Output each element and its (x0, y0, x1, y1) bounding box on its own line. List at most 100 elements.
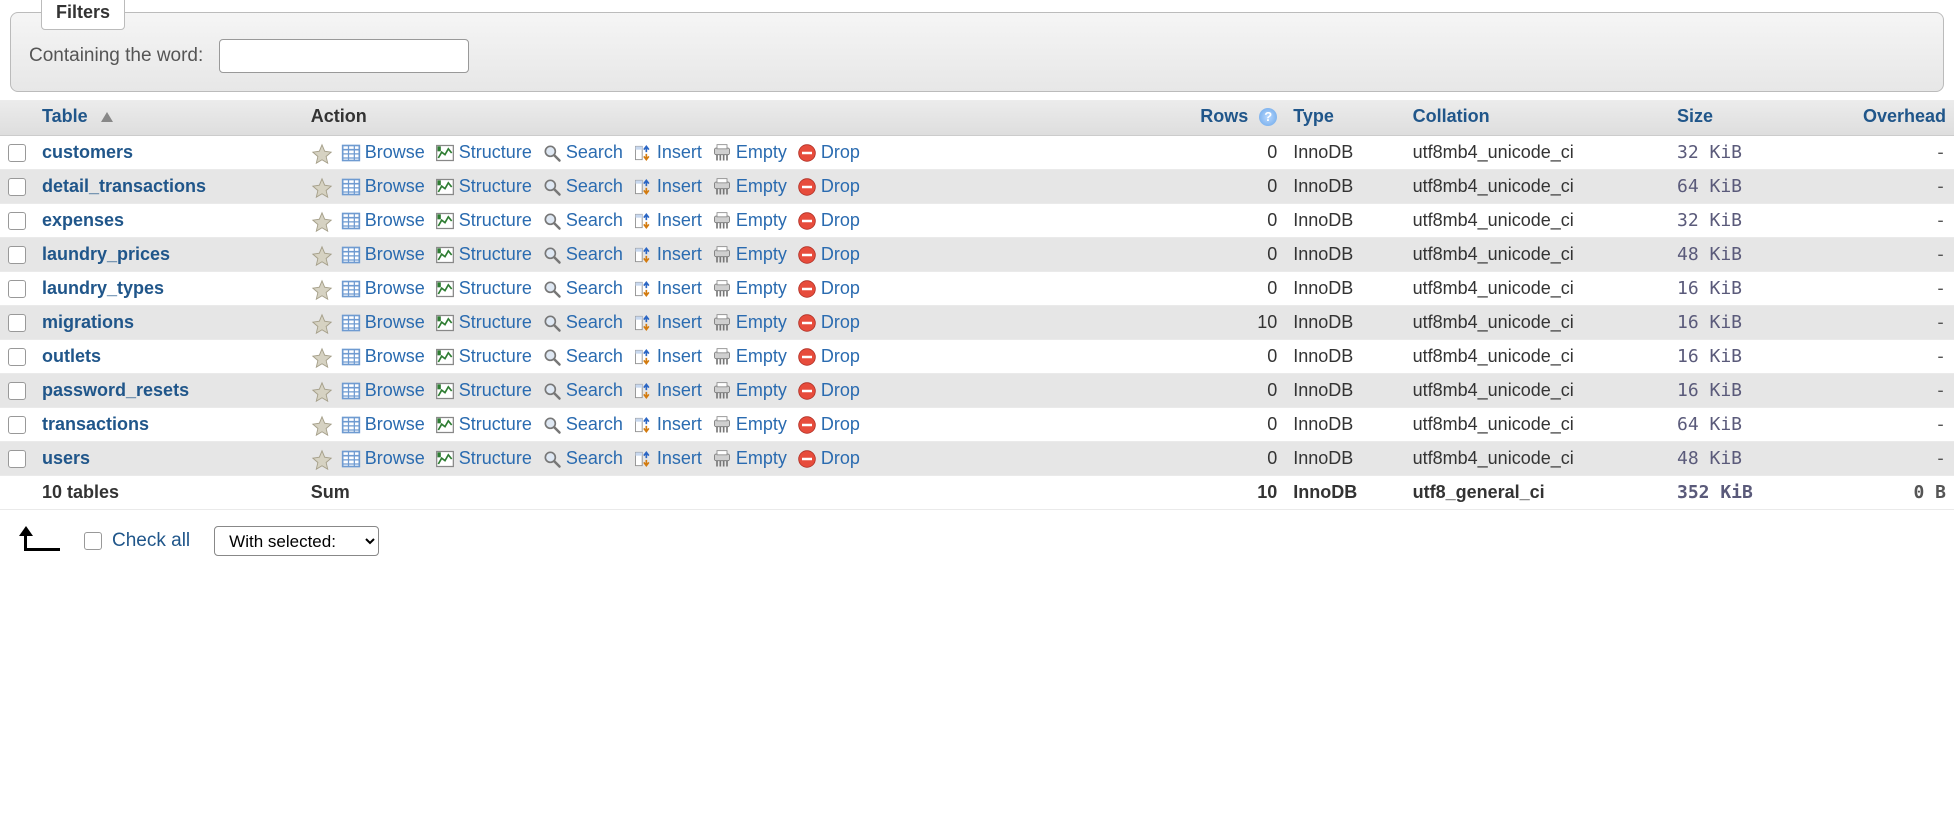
col-type[interactable]: Type (1285, 100, 1404, 136)
table-name-link[interactable]: expenses (42, 210, 124, 230)
insert-action[interactable]: Insert (633, 346, 702, 367)
drop-action[interactable]: Drop (797, 414, 860, 435)
browse-action[interactable]: Browse (341, 414, 425, 435)
search-action[interactable]: Search (542, 142, 623, 163)
col-size[interactable]: Size (1669, 100, 1806, 136)
row-checkbox[interactable] (8, 280, 26, 298)
structure-action[interactable]: Structure (435, 312, 532, 333)
empty-action[interactable]: Empty (712, 380, 787, 401)
empty-action[interactable]: Empty (712, 312, 787, 333)
browse-action[interactable]: Browse (341, 142, 425, 163)
row-checkbox[interactable] (8, 450, 26, 468)
search-action[interactable]: Search (542, 346, 623, 367)
browse-action[interactable]: Browse (341, 244, 425, 265)
browse-action[interactable]: Browse (341, 176, 425, 197)
structure-action[interactable]: Structure (435, 346, 532, 367)
structure-action[interactable]: Structure (435, 176, 532, 197)
favorite-star-icon[interactable] (311, 177, 331, 197)
favorite-star-icon[interactable] (311, 279, 331, 299)
check-all-checkbox[interactable] (84, 532, 102, 550)
row-checkbox[interactable] (8, 314, 26, 332)
drop-action[interactable]: Drop (797, 380, 860, 401)
browse-action[interactable]: Browse (341, 448, 425, 469)
browse-action[interactable]: Browse (341, 312, 425, 333)
structure-action[interactable]: Structure (435, 278, 532, 299)
insert-action[interactable]: Insert (633, 312, 702, 333)
drop-action[interactable]: Drop (797, 278, 860, 299)
col-collation[interactable]: Collation (1405, 100, 1669, 136)
drop-action[interactable]: Drop (797, 210, 860, 231)
drop-action[interactable]: Drop (797, 244, 860, 265)
search-action[interactable]: Search (542, 448, 623, 469)
table-name-link[interactable]: laundry_prices (42, 244, 170, 264)
row-checkbox[interactable] (8, 382, 26, 400)
table-name-link[interactable]: users (42, 448, 90, 468)
empty-action[interactable]: Empty (712, 210, 787, 231)
table-name-link[interactable]: transactions (42, 414, 149, 434)
browse-action[interactable]: Browse (341, 346, 425, 367)
col-table[interactable]: Table (34, 100, 303, 136)
insert-action[interactable]: Insert (633, 176, 702, 197)
table-name-link[interactable]: customers (42, 142, 133, 162)
drop-action[interactable]: Drop (797, 448, 860, 469)
empty-action[interactable]: Empty (712, 244, 787, 265)
search-action[interactable]: Search (542, 244, 623, 265)
table-name-link[interactable]: detail_transactions (42, 176, 206, 196)
favorite-star-icon[interactable] (311, 347, 331, 367)
row-checkbox[interactable] (8, 144, 26, 162)
structure-action[interactable]: Structure (435, 142, 532, 163)
row-checkbox[interactable] (8, 178, 26, 196)
insert-action[interactable]: Insert (633, 380, 702, 401)
table-name-link[interactable]: laundry_types (42, 278, 164, 298)
structure-action[interactable]: Structure (435, 380, 532, 401)
browse-action[interactable]: Browse (341, 380, 425, 401)
table-name-link[interactable]: password_resets (42, 380, 189, 400)
insert-action[interactable]: Insert (633, 210, 702, 231)
search-action[interactable]: Search (542, 210, 623, 231)
insert-action[interactable]: Insert (633, 448, 702, 469)
structure-action[interactable]: Structure (435, 210, 532, 231)
with-selected-dropdown[interactable]: With selected: (214, 526, 379, 556)
table-name-link[interactable]: outlets (42, 346, 101, 366)
favorite-star-icon[interactable] (311, 415, 331, 435)
favorite-star-icon[interactable] (311, 449, 331, 469)
favorite-star-icon[interactable] (311, 245, 331, 265)
empty-action[interactable]: Empty (712, 278, 787, 299)
filter-word-input[interactable] (219, 39, 469, 73)
row-checkbox[interactable] (8, 348, 26, 366)
insert-action[interactable]: Insert (633, 142, 702, 163)
drop-action[interactable]: Drop (797, 142, 860, 163)
empty-action[interactable]: Empty (712, 176, 787, 197)
search-action[interactable]: Search (542, 380, 623, 401)
browse-action[interactable]: Browse (341, 210, 425, 231)
help-icon[interactable]: ? (1259, 108, 1277, 126)
empty-action[interactable]: Empty (712, 448, 787, 469)
favorite-star-icon[interactable] (311, 211, 331, 231)
search-action[interactable]: Search (542, 414, 623, 435)
drop-action[interactable]: Drop (797, 312, 860, 333)
table-name-link[interactable]: migrations (42, 312, 134, 332)
row-checkbox[interactable] (8, 246, 26, 264)
browse-action[interactable]: Browse (341, 278, 425, 299)
structure-action[interactable]: Structure (435, 448, 532, 469)
insert-action[interactable]: Insert (633, 244, 702, 265)
structure-action[interactable]: Structure (435, 414, 532, 435)
empty-action[interactable]: Empty (712, 142, 787, 163)
row-checkbox[interactable] (8, 416, 26, 434)
structure-action[interactable]: Structure (435, 244, 532, 265)
row-checkbox[interactable] (8, 212, 26, 230)
empty-action[interactable]: Empty (712, 414, 787, 435)
drop-action[interactable]: Drop (797, 346, 860, 367)
favorite-star-icon[interactable] (311, 381, 331, 401)
col-overhead[interactable]: Overhead (1806, 100, 1954, 136)
insert-action[interactable]: Insert (633, 278, 702, 299)
search-action[interactable]: Search (542, 312, 623, 333)
drop-action[interactable]: Drop (797, 176, 860, 197)
col-rows[interactable]: Rows ? (1146, 100, 1285, 136)
check-all-label[interactable]: Check all (112, 530, 190, 552)
insert-action[interactable]: Insert (633, 414, 702, 435)
search-action[interactable]: Search (542, 176, 623, 197)
favorite-star-icon[interactable] (311, 143, 331, 163)
search-action[interactable]: Search (542, 278, 623, 299)
empty-action[interactable]: Empty (712, 346, 787, 367)
